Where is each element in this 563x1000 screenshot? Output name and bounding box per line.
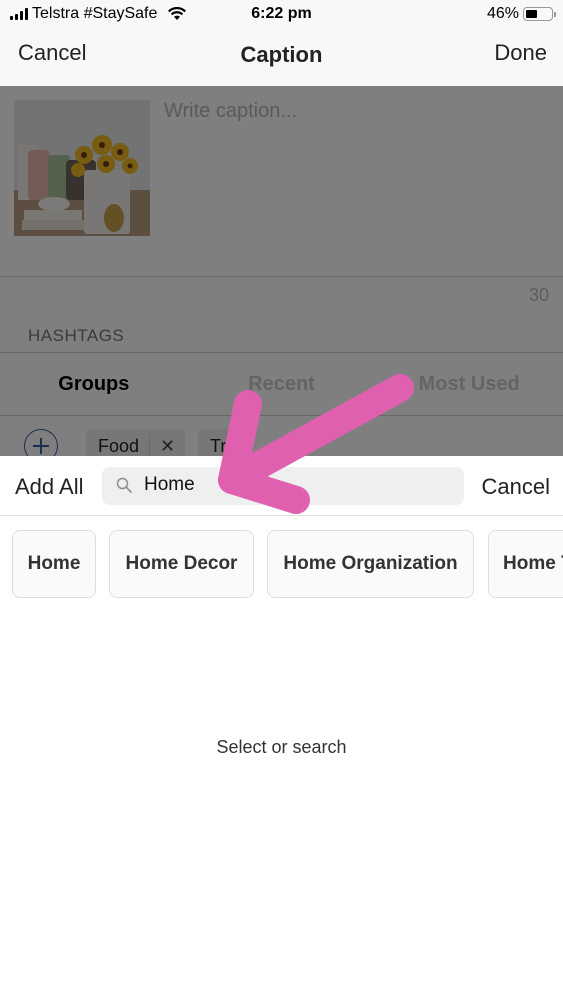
status-right: 46% — [486, 5, 556, 23]
nav-bar: Cancel Caption Done — [0, 30, 563, 86]
empty-state-message: Select or search — [216, 737, 347, 757]
battery-cap — [554, 12, 556, 17]
search-cancel-button[interactable]: Cancel — [482, 474, 550, 500]
suggestion-row: Home Home Decor Home Organization Home T… — [0, 530, 563, 600]
suggestion-chip[interactable]: Home Organization — [267, 530, 474, 598]
suggestion-chip[interactable]: Home — [12, 530, 96, 598]
search-sheet: Add All Cancel Home Home Decor Home Orga… — [0, 456, 563, 1000]
suggestion-chip[interactable]: Home Decor — [109, 530, 254, 598]
add-all-button[interactable]: Add All — [15, 474, 84, 500]
status-bar: Telstra #StaySafe 6:22 pm 46% — [0, 0, 563, 30]
page-title: Caption — [240, 42, 323, 67]
search-icon — [116, 477, 132, 493]
search-box[interactable] — [102, 467, 464, 505]
battery-percent: 46% — [486, 5, 519, 22]
suggestion-chip[interactable]: Home T... — [488, 530, 563, 598]
search-input[interactable] — [144, 474, 444, 496]
battery-icon — [523, 7, 556, 21]
battery-fill — [526, 10, 537, 18]
search-row: Add All Cancel — [0, 456, 563, 516]
dim-overlay[interactable] — [0, 86, 563, 456]
clock: 6:22 pm — [251, 5, 312, 22]
done-button[interactable]: Done — [494, 40, 547, 66]
screen: Telstra #StaySafe 6:22 pm 46% Cancel Cap… — [0, 0, 563, 1000]
